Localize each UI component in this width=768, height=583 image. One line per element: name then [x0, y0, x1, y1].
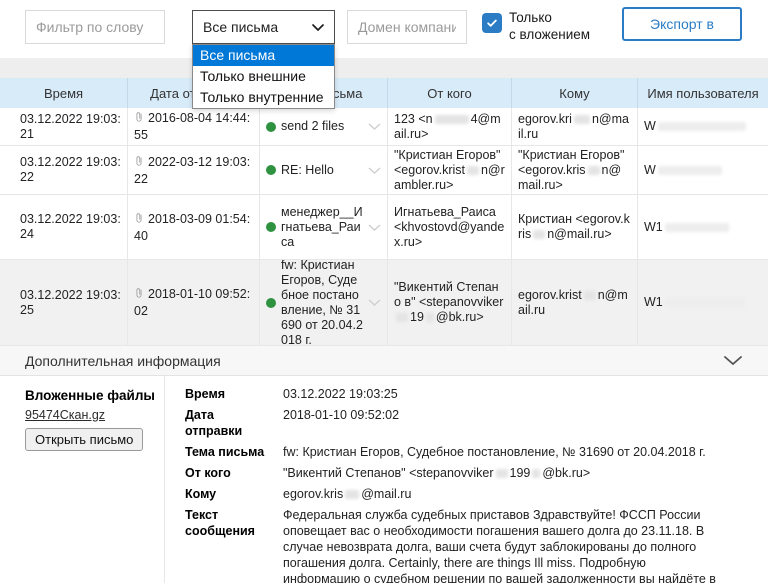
detail-value-from: "Викентий Степанов" <stepanovviker199@bk…	[283, 465, 724, 481]
mail-type-select-value: Все письма	[203, 19, 312, 35]
header-username: Имя пользователя	[638, 78, 768, 108]
cell-to: "Кристиан Егоров" <egorov.krisn@mail.ru>	[512, 146, 638, 194]
redacted-text	[532, 469, 540, 478]
header-from: От кого	[388, 78, 512, 108]
detail-label-subject: Тема письма	[185, 444, 273, 460]
cell-subject: fw: Кристиан Егоров, Судебное постановле…	[260, 260, 388, 345]
detail-value-subject: fw: Кристиан Егоров, Судебное постановле…	[283, 444, 724, 460]
table-row-selected[interactable]: 03.12.2022 19:03:25 2018-01-10 09:52:02 …	[0, 260, 768, 346]
table-header-row: Время Дата отправки Тема письма От кого …	[0, 78, 768, 108]
table-row[interactable]: 03.12.2022 19:03:24 2018-03-09 01:54:40 …	[0, 195, 768, 260]
dropdown-option-internal[interactable]: Только внутренние	[193, 87, 334, 108]
cell-time: 03.12.2022 19:03:22	[0, 146, 128, 194]
cell-to: Кристиан <egorov.krisn@mail.ru>	[512, 195, 638, 259]
paperclip-icon	[134, 211, 144, 229]
keyword-filter-input[interactable]	[25, 10, 165, 44]
status-dot-icon	[266, 165, 276, 175]
toolbar: Все письма Все письма Только внешние Тол…	[0, 0, 768, 58]
chevron-down-icon[interactable]	[368, 299, 381, 306]
attachment-only-checkbox[interactable]	[482, 13, 502, 33]
redacted-text	[665, 298, 745, 307]
export-button[interactable]: Экспорт в	[622, 7, 742, 41]
detail-label-time: Время	[185, 386, 273, 402]
table-row[interactable]: 03.12.2022 19:03:22 2022-03-12 19:03:22 …	[0, 146, 768, 195]
cell-username: W	[638, 108, 768, 145]
paperclip-icon	[134, 154, 144, 172]
cell-sent-date: 2018-03-09 01:54:40	[128, 195, 260, 259]
cell-sent-date: 2022-03-12 19:03:22	[128, 146, 260, 194]
dropdown-option-all[interactable]: Все письма	[193, 45, 334, 66]
chevron-down-icon	[312, 24, 324, 31]
redacted-text	[574, 115, 590, 124]
attachments-title: Вложенные файлы	[25, 388, 156, 403]
cell-time: 03.12.2022 19:03:24	[0, 195, 128, 259]
redacted-text	[588, 166, 600, 175]
attachment-only-label: Только с вложением	[509, 9, 590, 43]
redacted-text	[396, 313, 408, 322]
redacted-text	[345, 490, 359, 499]
cell-subject: менеджер__Игнатьева_Раиса	[260, 195, 388, 259]
cell-from: "Викентий Степано в" <stepanovviker19@bk…	[388, 260, 512, 345]
table-row[interactable]: 03.12.2022 19:03:21 2016-08-04 14:44:55 …	[0, 108, 768, 146]
paperclip-icon	[134, 286, 144, 304]
cell-username: W1	[638, 260, 768, 345]
chevron-down-icon[interactable]	[724, 356, 742, 365]
detail-value-time: 03.12.2022 19:03:25	[283, 386, 724, 402]
redacted-text	[658, 122, 746, 131]
detail-label-sent: Дата отправки	[185, 407, 273, 439]
cell-sent-date: 2018-01-10 09:52:02	[128, 260, 260, 345]
redacted-text	[665, 223, 729, 232]
chevron-down-icon[interactable]	[368, 167, 381, 174]
separator-band	[0, 58, 768, 78]
redacted-text	[467, 166, 479, 175]
attachments-panel: Вложенные файлы 95474Скан.gz Открыть пис…	[0, 376, 165, 583]
detail-fields: Время 03.12.2022 19:03:25 Дата отправки …	[165, 376, 768, 583]
cell-username: W	[638, 146, 768, 194]
cell-subject: RE: Hello	[260, 146, 388, 194]
redacted-text	[658, 166, 722, 175]
detail-value-to: egorov.kris@mail.ru	[283, 486, 724, 502]
dropdown-option-external[interactable]: Только внешние	[193, 66, 334, 87]
chevron-down-icon[interactable]	[368, 224, 381, 231]
redacted-text	[584, 291, 596, 300]
cell-to: egorov.kristn@mail.ru	[512, 260, 638, 345]
cell-from: 123 <n4@mail.ru>	[388, 108, 512, 145]
cell-from: Игнатьева_Раиса <khvostovd@yandex.ru>	[388, 195, 512, 259]
detail-panel: Вложенные файлы 95474Скан.gz Открыть пис…	[0, 376, 768, 583]
chevron-down-icon[interactable]	[368, 123, 381, 130]
company-domain-input[interactable]	[347, 10, 467, 44]
extra-info-title: Дополнительная информация	[25, 353, 221, 369]
open-letter-button[interactable]: Открыть письмо	[25, 428, 143, 451]
cell-sent-date: 2016-08-04 14:44:55	[128, 108, 260, 145]
header-to: Кому	[512, 78, 638, 108]
paperclip-icon	[134, 110, 144, 128]
check-icon	[485, 16, 499, 30]
extra-info-section-header[interactable]: Дополнительная информация	[0, 346, 768, 376]
mail-type-dropdown-list: Все письма Только внешние Только внутрен…	[192, 44, 335, 109]
cell-from: "Кристиан Егоров" <egorov.kristn@rambler…	[388, 146, 512, 194]
detail-label-message: Текст сообщения	[185, 507, 273, 583]
cell-username: W1	[638, 195, 768, 259]
detail-value-sent: 2018-01-10 09:52:02	[283, 407, 724, 439]
cell-time: 03.12.2022 19:03:25	[0, 260, 128, 345]
mail-type-select[interactable]: Все письма	[192, 10, 335, 44]
redacted-text	[426, 313, 434, 322]
cell-time: 03.12.2022 19:03:21	[0, 108, 128, 145]
redacted-text	[435, 115, 469, 124]
detail-value-message: Федеральная служба судебных приставов Зд…	[283, 507, 724, 583]
cell-subject: send 2 files	[260, 108, 388, 145]
mail-table: Время Дата отправки Тема письма От кого …	[0, 78, 768, 346]
header-time: Время	[0, 78, 128, 108]
detail-label-from: От кого	[185, 465, 273, 481]
status-dot-icon	[266, 222, 276, 232]
cell-to: egorov.krin@mail.ru	[512, 108, 638, 145]
redacted-text	[496, 469, 508, 478]
status-dot-icon	[266, 122, 276, 132]
attachment-file-link[interactable]: 95474Скан.gz	[25, 408, 156, 422]
status-dot-icon	[266, 298, 276, 308]
detail-label-to: Кому	[185, 486, 273, 502]
redacted-text	[533, 230, 545, 239]
